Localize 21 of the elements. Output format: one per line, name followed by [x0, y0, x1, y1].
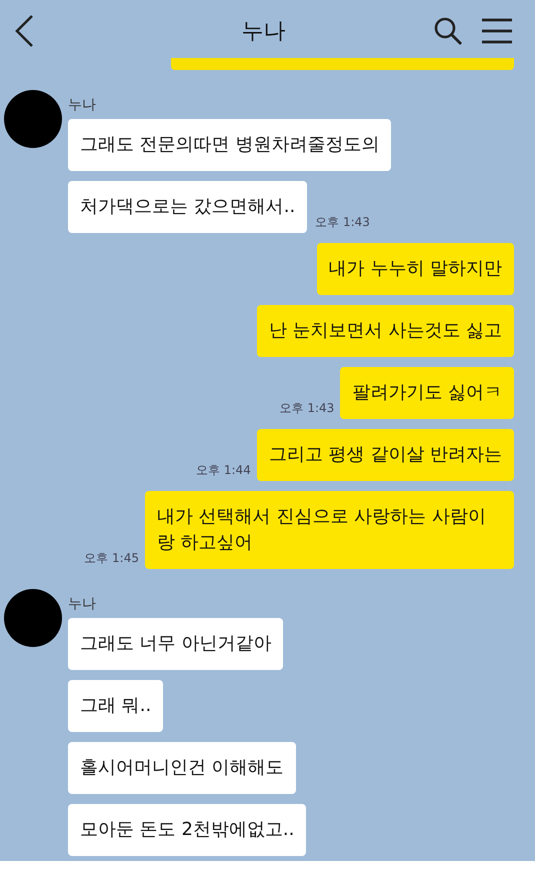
message-time: 오후 1:43 — [280, 400, 334, 417]
message-time: 오후 1:45 — [84, 550, 139, 567]
message-bubble: 그리고 평생 같이살 반려자는 — [256, 429, 514, 481]
message-bubble: 그래도 너무 아닌거같아 — [68, 618, 284, 670]
menu-icon[interactable] — [481, 18, 513, 44]
message-time: 오후 1:44 — [196, 462, 251, 479]
message-bubble: 그래도 전문의따면 병원차려줄정도의 — [68, 119, 392, 171]
back-icon[interactable] — [14, 14, 34, 48]
message-time: 오후 1:43 — [315, 214, 370, 231]
message-bubble: 내가 선택해서 진심으로 사랑하는 사람이랑 하고싶어 — [145, 491, 514, 569]
message-bubble: 내가 누누히 말하지만 — [316, 243, 514, 295]
message-bubble: 홀시어머니인건 이해해도 — [68, 742, 296, 794]
message-bubble: 그래 뭐.. — [68, 680, 164, 732]
message-bubble: 팔려가기도 싫어ㅋ — [340, 367, 514, 419]
message-bubble: 난 눈치보면서 사는것도 싫고 — [256, 305, 514, 357]
chat-title: 누나 — [242, 18, 286, 46]
sender-name: 누나 — [68, 96, 97, 114]
sender-name: 누나 — [68, 595, 97, 613]
message-bubble: 처가댁으로는 갔으면해서.. — [68, 181, 308, 233]
search-icon[interactable] — [433, 16, 463, 46]
message-bubble: 모아둔 돈도 2천밖에없고.. — [68, 804, 306, 856]
